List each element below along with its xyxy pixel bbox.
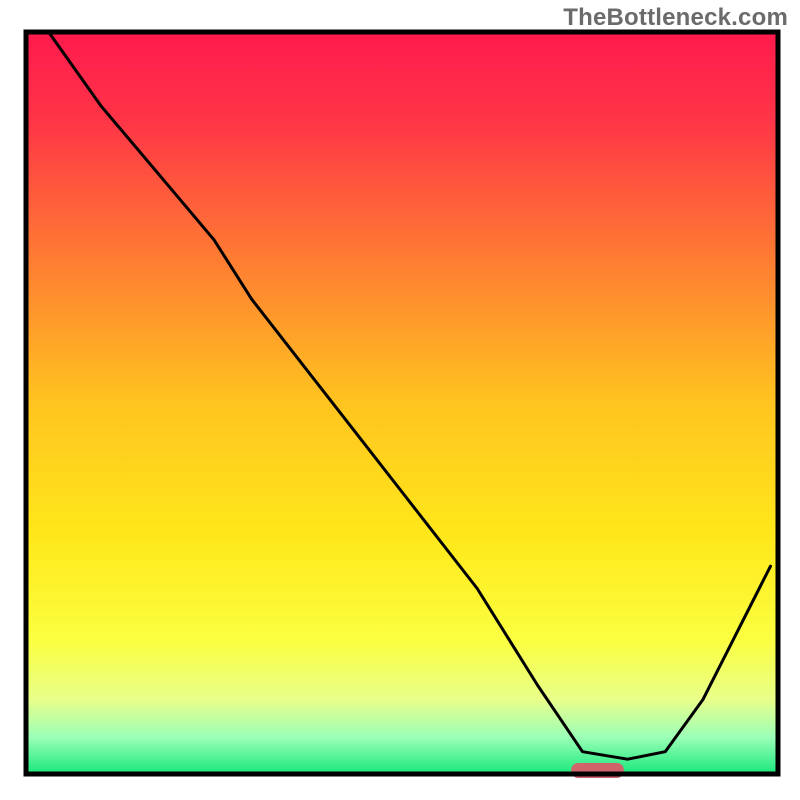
bottleneck-chart	[0, 0, 800, 800]
chart-container: TheBottleneck.com	[0, 0, 800, 800]
gradient-background	[26, 32, 778, 774]
watermark-text: TheBottleneck.com	[563, 4, 788, 32]
